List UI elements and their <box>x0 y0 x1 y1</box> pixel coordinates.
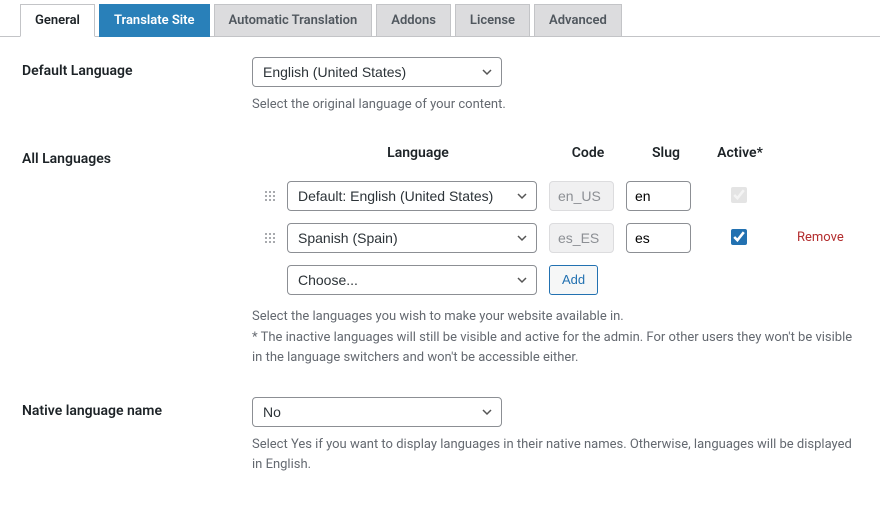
header-language: Language <box>287 145 549 161</box>
remove-link[interactable]: Remove <box>797 230 844 245</box>
language-select[interactable]: Spanish (Spain) <box>287 223 537 253</box>
slug-input[interactable] <box>626 223 691 253</box>
tab-general[interactable]: General <box>20 4 95 37</box>
languages-table-header: Language Code Slug Active* <box>252 145 858 161</box>
add-button[interactable]: Add <box>549 265 598 295</box>
native-name-help: Select Yes if you want to display langua… <box>252 435 858 474</box>
language-select[interactable]: Default: English (United States) <box>287 181 537 211</box>
slug-input[interactable] <box>626 181 691 211</box>
active-checkbox[interactable] <box>731 229 747 245</box>
tab-addons[interactable]: Addons <box>376 4 451 37</box>
tab-automatic-translation[interactable]: Automatic Translation <box>214 4 373 37</box>
tab-license[interactable]: License <box>455 4 530 37</box>
default-language-select[interactable]: English (United States) <box>252 57 502 87</box>
language-row: Default: English (United States) <box>252 181 858 211</box>
tab-advanced[interactable]: Advanced <box>534 4 622 37</box>
default-language-label: Default Language <box>22 57 252 79</box>
language-row: Spanish (Spain) Remove <box>252 223 858 253</box>
active-cell <box>703 226 773 249</box>
all-languages-help2: * The inactive languages will still be v… <box>252 328 858 367</box>
drag-handle-icon[interactable] <box>252 232 287 244</box>
header-active: Active* <box>705 145 775 161</box>
native-name-label: Native language name <box>22 397 252 419</box>
header-code: Code <box>549 145 627 161</box>
all-languages-label: All Languages <box>22 145 252 167</box>
drag-handle-icon[interactable] <box>252 190 287 202</box>
native-name-select[interactable]: No <box>252 397 502 427</box>
settings-tabs: General Translate Site Automatic Transla… <box>0 4 880 37</box>
choose-language-select[interactable]: Choose... <box>287 265 537 295</box>
code-input <box>549 181 614 211</box>
default-language-help: Select the original language of your con… <box>252 95 858 115</box>
tab-translate-site[interactable]: Translate Site <box>99 4 210 37</box>
active-checkbox <box>731 187 747 203</box>
header-slug: Slug <box>627 145 705 161</box>
all-languages-help1: Select the languages you wish to make yo… <box>252 307 858 327</box>
code-input <box>549 223 614 253</box>
active-cell <box>703 184 773 207</box>
